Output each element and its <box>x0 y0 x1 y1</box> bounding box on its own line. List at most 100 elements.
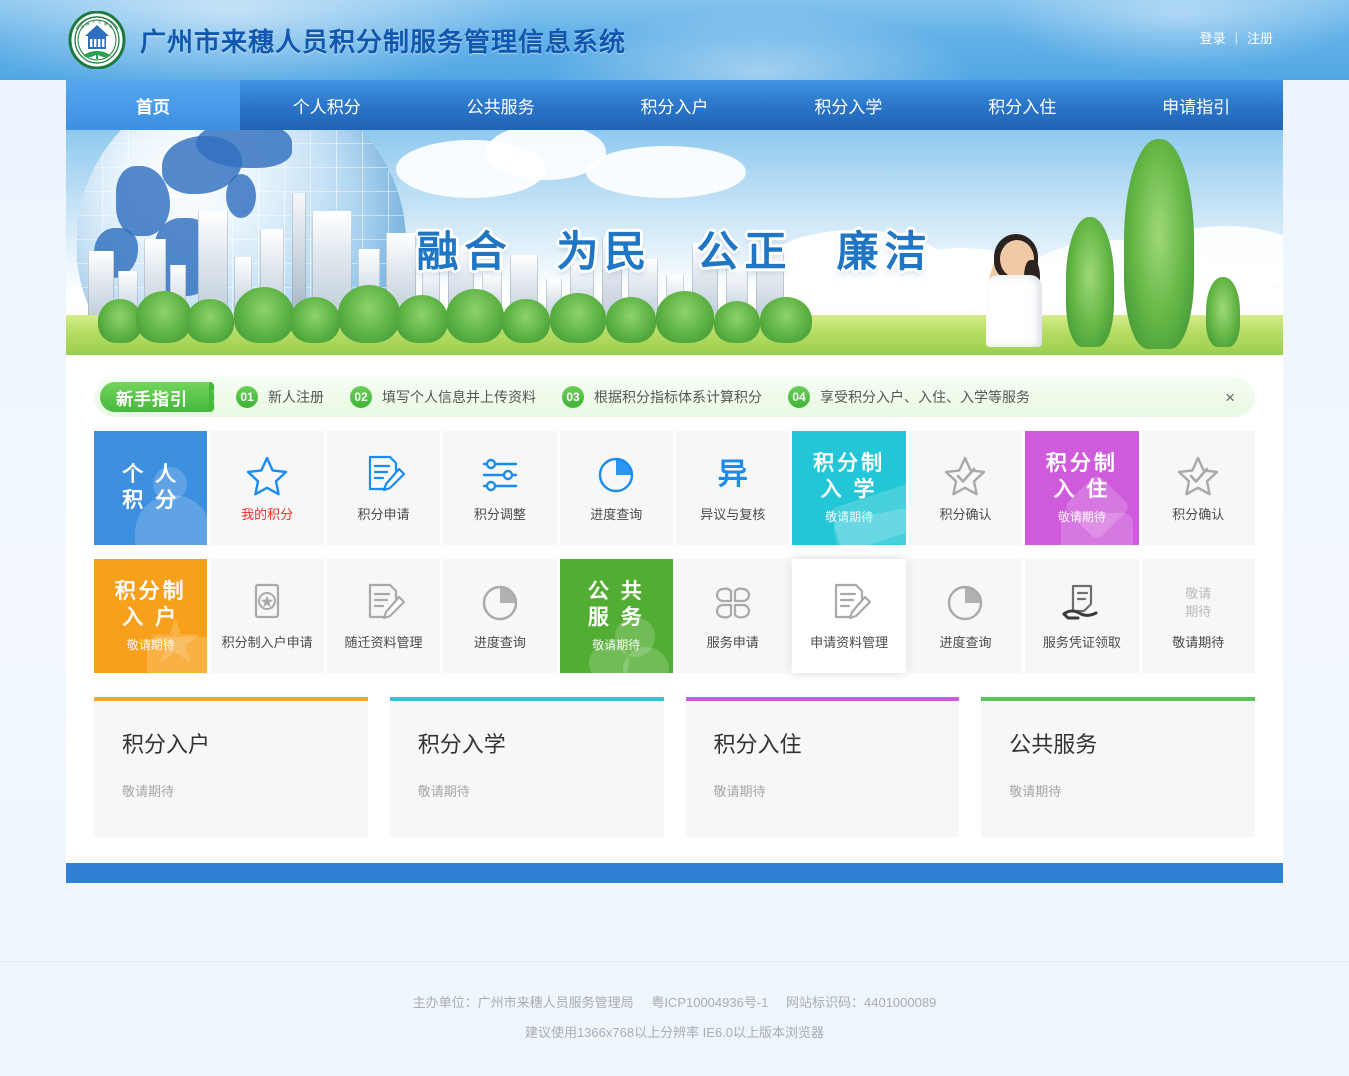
category-points-residency[interactable]: 积分制 入 户 敬请期待 <box>94 559 208 673</box>
category-points-housing[interactable]: 积分制 入 住 敬请期待 <box>1025 431 1139 545</box>
document-edit-icon <box>825 581 873 625</box>
tile-label: 服务申请 <box>706 635 759 650</box>
step-number: 03 <box>562 386 584 408</box>
tile-label: 积分调整 <box>473 507 526 522</box>
guide-step: 03 根据积分指标体系计算积分 <box>562 386 762 408</box>
tile-label: 进度查询 <box>939 635 992 650</box>
nav-item-application-guide[interactable]: 申请指引 <box>1109 80 1283 130</box>
tile-label: 我的积分 <box>241 507 294 522</box>
tile-progress-query-1[interactable]: 进度查询 <box>559 431 673 545</box>
nav-item-public-service[interactable]: 公共服务 <box>414 80 588 130</box>
hand-document-icon <box>1058 581 1106 625</box>
star-check-icon <box>1174 453 1222 497</box>
star-icon <box>243 453 291 497</box>
tile-points-adjustment[interactable]: 积分调整 <box>443 431 557 545</box>
login-link[interactable]: 登录 <box>1200 28 1226 47</box>
step-label: 新人注册 <box>268 389 324 405</box>
banner-slogan: 融合 为民 公正 廉洁 <box>66 218 1283 279</box>
guide-step: 04 享受积分入户、入住、入学等服务 <box>788 386 1030 408</box>
auth-links: 登录 | 注册 <box>1200 28 1273 47</box>
close-icon[interactable]: × <box>1221 389 1239 406</box>
page-footer: 主办单位：广州市来穗人员服务管理局 粤ICP10004936号-1 网站标识码：… <box>0 961 1349 1048</box>
pie-chart-icon <box>941 581 989 625</box>
category-subtitle: 敬请期待 <box>1057 510 1106 525</box>
tile-label: 积分申请 <box>357 507 410 522</box>
tile-dependent-documents[interactable]: 随迁资料管理 <box>326 559 441 673</box>
girl-body <box>986 275 1042 347</box>
category-personal-points[interactable]: 个 人 积 分 <box>94 431 208 545</box>
tile-coming-soon[interactable]: 敬请 期待 敬请期待 <box>1141 559 1255 673</box>
guide-step: 02 填写个人信息并上传资料 <box>350 386 536 408</box>
card-points-housing[interactable]: 积分入住 敬请期待 <box>685 697 960 837</box>
grid-apps-icon <box>709 581 757 625</box>
nav-item-points-residency[interactable]: 积分入户 <box>588 80 762 130</box>
tile-label: 积分制入户申请 <box>221 635 313 650</box>
category-title: 积分制 入 住 <box>1045 451 1118 501</box>
tile-row-1: 个 人 积 分 我的积分 积分申请 积分调整 进度查询 异 异议与复核 积分制 … <box>94 431 1255 545</box>
nav-item-personal-points[interactable]: 个人积分 <box>240 80 414 130</box>
tile-residency-application[interactable]: 积分制入户申请 <box>210 559 324 673</box>
tile-points-application[interactable]: 积分申请 <box>326 431 441 545</box>
card-subtitle: 敬请期待 <box>713 784 766 799</box>
category-points-schooling[interactable]: 积分制 入 学 敬请期待 <box>792 431 906 545</box>
sliders-icon <box>476 453 524 497</box>
soon-line-1: 敬请 <box>1185 586 1212 602</box>
card-subtitle: 敬请期待 <box>1009 784 1062 799</box>
nav-item-home[interactable]: 首页 <box>66 80 240 130</box>
main-navigation: 首页 个人积分 公共服务 积分入户 积分入学 积分入住 申请指引 <box>66 80 1283 130</box>
nav-item-points-schooling[interactable]: 积分入学 <box>761 80 935 130</box>
site-header: 来穗人 员服务 广州市来穗人员积分制服务管理信息系统 登录 | 注册 <box>0 0 1349 80</box>
tile-service-voucher[interactable]: 服务凭证领取 <box>1025 559 1139 673</box>
star-check-icon <box>941 453 989 497</box>
pie-chart-icon <box>476 581 524 625</box>
card-subtitle: 敬请期待 <box>417 784 470 799</box>
tile-label: 积分确认 <box>1172 507 1225 522</box>
auth-separator: | <box>1234 30 1238 45</box>
tile-label: 积分确认 <box>939 507 992 522</box>
id-card-star-icon <box>243 581 291 625</box>
tile-service-application[interactable]: 服务申请 <box>676 559 790 673</box>
slogan-word-3: 公正 <box>696 227 793 276</box>
panel-bottom-bar <box>66 863 1283 883</box>
tile-my-points[interactable]: 我的积分 <box>210 431 324 545</box>
category-public-service[interactable]: 公 共 服 务 敬请期待 <box>559 559 673 673</box>
slogan-word-2: 为民 <box>556 227 653 276</box>
slogan-word-4: 廉洁 <box>836 227 933 276</box>
step-number: 01 <box>236 386 258 408</box>
card-points-residency[interactable]: 积分入户 敬请期待 <box>94 697 368 837</box>
tile-progress-query-2[interactable]: 进度查询 <box>443 559 557 673</box>
tall-tree <box>1206 277 1240 347</box>
tile-label: 进度查询 <box>473 635 526 650</box>
step-number: 04 <box>788 386 810 408</box>
category-title: 积分制 入 学 <box>813 451 886 501</box>
hero-banner: 融合 为民 公正 廉洁 <box>66 130 1283 355</box>
register-link[interactable]: 注册 <box>1247 28 1273 47</box>
slogan-word-1: 融合 <box>416 227 513 276</box>
document-edit-icon <box>359 453 407 497</box>
tile-points-confirm-housing[interactable]: 积分确认 <box>1141 431 1255 545</box>
card-title: 积分入学 <box>417 732 506 757</box>
tile-objection-review[interactable]: 异 异议与复核 <box>676 431 790 545</box>
guide-step: 01 新人注册 <box>236 386 324 408</box>
step-label: 填写个人信息并上传资料 <box>382 389 536 405</box>
category-title: 公 共 服 务 <box>587 579 645 629</box>
guide-badge: 新手指引 <box>100 382 223 412</box>
card-title: 积分入住 <box>713 732 802 757</box>
tile-label: 异议与复核 <box>700 507 766 522</box>
category-cards: 积分入户 敬请期待 积分入学 敬请期待 积分入住 敬请期待 公共服务 敬请期待 <box>94 697 1255 837</box>
footer-site-code: 网站标识码：4401000089 <box>786 995 937 1010</box>
category-subtitle: 敬请期待 <box>126 638 175 653</box>
soon-line-2: 期待 <box>1185 604 1212 619</box>
nav-item-points-housing[interactable]: 积分入住 <box>935 80 1109 130</box>
card-title: 积分入户 <box>122 732 211 757</box>
card-points-schooling[interactable]: 积分入学 敬请期待 <box>389 697 664 837</box>
footer-icp: 粤ICP10004936号-1 <box>651 995 769 1010</box>
tile-label: 随迁资料管理 <box>344 635 423 650</box>
site-logo-icon: 来穗人 员服务 <box>68 10 126 70</box>
card-public-service[interactable]: 公共服务 敬请期待 <box>981 697 1255 837</box>
card-subtitle: 敬请期待 <box>122 784 175 799</box>
tile-points-confirm-school[interactable]: 积分确认 <box>908 431 1023 545</box>
tile-progress-query-3[interactable]: 进度查询 <box>908 559 1023 673</box>
tile-application-documents[interactable]: 申请资料管理 <box>792 559 906 673</box>
coming-soon-text-icon: 敬请 期待 <box>1174 581 1222 625</box>
